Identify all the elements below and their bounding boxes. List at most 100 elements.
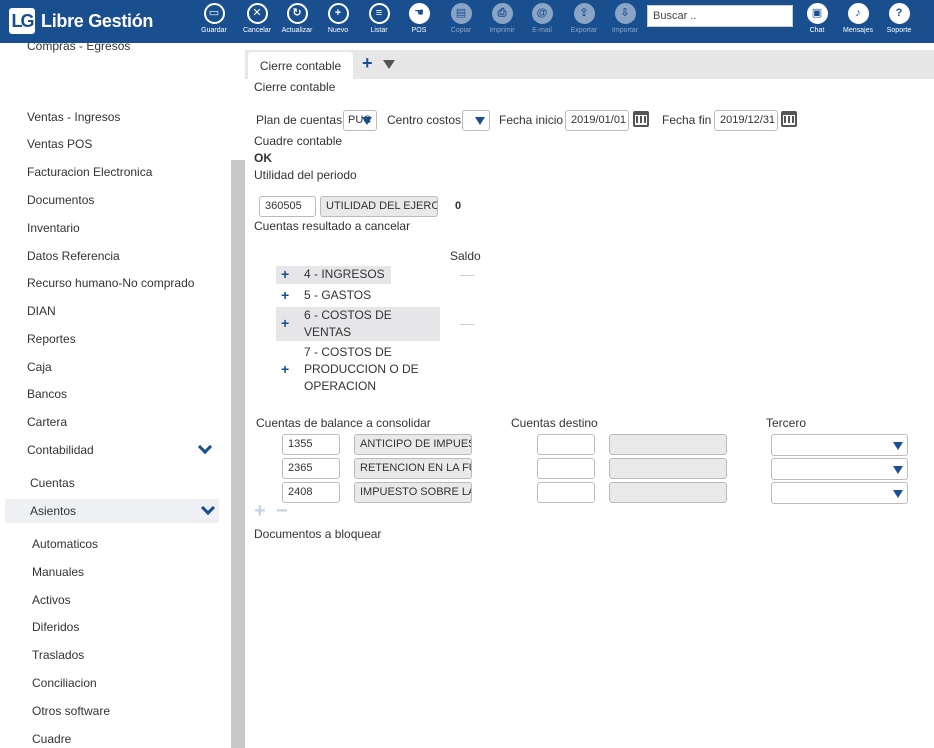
tercero-select[interactable]: [771, 458, 908, 480]
sidebar-item-reportes[interactable]: Reportes: [0, 327, 231, 351]
tree-row[interactable]: +6 - COSTOS DE VENTAS: [276, 307, 440, 341]
saldo-value: [460, 275, 474, 276]
toolbar-button-label: Exportar: [570, 27, 598, 34]
imprimir-button[interactable]: ⎙ Imprimir: [482, 3, 522, 34]
cancelar-button[interactable]: ✕ Cancelar: [237, 3, 277, 34]
utilidad-code-input[interactable]: 360505: [259, 196, 316, 217]
destino-code-input[interactable]: [537, 482, 595, 503]
sidebar-item-label: Ventas POS: [27, 137, 93, 151]
cuadre-label: Cuadre contable: [254, 134, 343, 148]
sidebar-item-ventas-ingresos[interactable]: Ventas - Ingresos: [0, 105, 231, 129]
saldo-value: [460, 324, 474, 325]
balance-code-input[interactable]: 1355: [282, 434, 340, 455]
add-tab-icon[interactable]: +: [362, 53, 373, 74]
sidebar-item-label: Facturacion Electronica: [27, 165, 153, 179]
sidebar-item-label: Reportes: [27, 332, 76, 346]
nuevo-button[interactable]: + Nuevo: [318, 3, 358, 34]
sidebar-item-cuentas[interactable]: Cuentas: [0, 471, 231, 495]
expand-icon[interactable]: +: [281, 266, 289, 282]
fecha-inicio-input[interactable]: 2019/01/01: [565, 110, 629, 131]
tree-row-label: 4 - INGRESOS: [304, 266, 385, 283]
sidebar-item-caja[interactable]: Caja: [0, 355, 231, 379]
destino-code-input[interactable]: [537, 458, 595, 479]
toolbar-button-label: Listar: [370, 27, 388, 34]
expand-icon[interactable]: +: [281, 315, 289, 331]
destino-name-field: [609, 434, 727, 455]
tree-row-line: VENTAS: [304, 325, 352, 339]
sidebar-item-bancos[interactable]: Bancos: [0, 382, 231, 406]
listar-button[interactable]: ≡ Listar: [359, 3, 399, 34]
sidebar-item-diferidos[interactable]: Diferidos: [0, 615, 231, 639]
guardar-button[interactable]: ▭ Guardar: [194, 3, 234, 34]
sidebar-item-traslados[interactable]: Traslados: [0, 643, 231, 667]
importar-button[interactable]: ⇩ Importar: [605, 3, 645, 34]
tree-row-label: 6 - COSTOS DE VENTAS: [304, 307, 392, 341]
pos-button[interactable]: ☚ POS: [399, 3, 439, 34]
fecha-fin-input[interactable]: 2019/12/31: [714, 110, 778, 131]
add-row-icon[interactable]: +: [254, 500, 266, 523]
sidebar-item-cartera[interactable]: Cartera: [0, 410, 231, 434]
destino-name-field: [609, 482, 727, 503]
sidebar-item-asientos[interactable]: Asientos: [5, 499, 219, 523]
sidebar-item-ventas-pos[interactable]: Ventas POS: [0, 132, 231, 156]
tree-row-line: 7 - COSTOS DE: [304, 345, 392, 359]
sidebar-scrollbar[interactable]: [231, 43, 245, 748]
mensajes-button[interactable]: ♪ Mensajes: [838, 3, 878, 34]
sidebar-item-manuales[interactable]: Manuales: [0, 560, 231, 584]
logo-name: Libre Gestión: [41, 10, 154, 31]
sidebar-item-label: Cuentas: [30, 476, 75, 490]
page-title: Cierre contable: [254, 80, 336, 94]
calendar-icon[interactable]: [633, 111, 649, 127]
toolbar-button-label: Actualizar: [281, 27, 313, 34]
expand-icon[interactable]: +: [281, 287, 289, 303]
sidebar-item-dian[interactable]: DIAN: [0, 299, 231, 323]
new-icon: +: [327, 3, 349, 24]
logo: LG Libre Gestión: [9, 8, 153, 34]
tree-row[interactable]: +7 - COSTOS DE PRODUCCION O DE OPERACION: [276, 344, 440, 395]
email-button[interactable]: @ E-mail: [522, 3, 562, 34]
tab-menu-icon[interactable]: [383, 60, 395, 69]
sidebar-item-label: Compras - Egresos: [27, 43, 131, 53]
tree-row[interactable]: +5 - GASTOS: [276, 287, 440, 304]
sidebar-item-datos-referencia[interactable]: Datos Referencia: [0, 244, 231, 268]
tree-row-label: 7 - COSTOS DE PRODUCCION O DE OPERACION: [304, 344, 419, 395]
sidebar-item-cuadre[interactable]: Cuadre: [0, 727, 231, 748]
tercero-select[interactable]: [771, 434, 908, 456]
sidebar-item-inventario[interactable]: Inventario: [0, 216, 231, 240]
sidebar-item-label: Asientos: [30, 504, 77, 518]
sidebar-item-documentos[interactable]: Documentos: [0, 188, 231, 212]
copiar-button[interactable]: ▤ Copiar: [441, 3, 481, 34]
plan-select[interactable]: PUC: [343, 110, 377, 131]
expand-icon[interactable]: +: [281, 361, 289, 377]
remove-row-icon[interactable]: −: [276, 500, 288, 523]
chat-icon: ▣: [806, 3, 828, 24]
balance-code-input[interactable]: 2408: [282, 482, 340, 503]
sidebar-item-otros-software[interactable]: Otros software: [0, 699, 231, 723]
sidebar-item-automaticos[interactable]: Automaticos: [0, 532, 231, 556]
actualizar-button[interactable]: ↻ Actualizar: [277, 3, 317, 34]
tab-bar: Cierre contable +: [245, 50, 934, 79]
sidebar-item-compras-egresos[interactable]: Compras - Egresos: [0, 43, 231, 58]
tree-row-line: 6 - COSTOS DE: [304, 308, 392, 322]
sidebar-item-activos[interactable]: Activos: [0, 588, 231, 612]
sidebar-item-facturacion-electronica[interactable]: Facturacion Electronica: [0, 160, 231, 184]
tab-cierre-contable[interactable]: Cierre contable: [248, 52, 353, 79]
calendar-icon[interactable]: [781, 111, 797, 127]
scrollbar-thumb[interactable]: [231, 160, 245, 748]
search-input[interactable]: [647, 5, 793, 27]
soporte-button[interactable]: ? Soporte: [879, 3, 919, 34]
utilidad-label: Utilidad del periodo: [254, 168, 357, 182]
sidebar-item-label: Datos Referencia: [27, 249, 120, 263]
balance-code-input[interactable]: 2365: [282, 458, 340, 479]
utilidad-amount: 0: [455, 200, 462, 212]
sidebar-item-contabilidad[interactable]: Contabilidad: [0, 438, 231, 462]
chat-button[interactable]: ▣ Chat: [797, 3, 837, 34]
sidebar-item-conciliacion[interactable]: Conciliacion: [0, 671, 231, 695]
sidebar-item-recurso-humano-no-comprado[interactable]: Recurso humano-No comprado: [0, 271, 231, 295]
cuadre-value: OK: [254, 151, 272, 165]
tree-row[interactable]: +4 - INGRESOS: [276, 266, 391, 284]
centro-select[interactable]: [462, 110, 490, 131]
destino-code-input[interactable]: [537, 434, 595, 455]
exportar-button[interactable]: ⇪ Exportar: [564, 3, 604, 34]
tercero-select[interactable]: [771, 482, 908, 504]
